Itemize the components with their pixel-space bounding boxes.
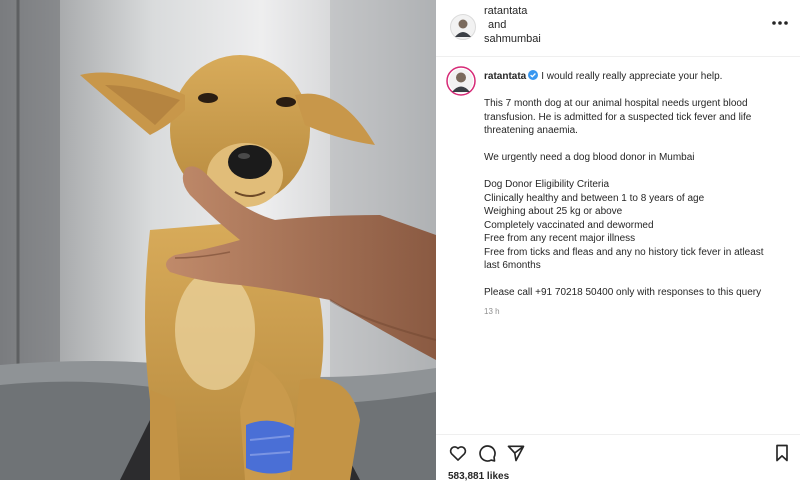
caption-username-link[interactable]: ratantata [484,71,526,82]
caption-paragraph-2: We urgently need a dog blood donor in Mu… [484,151,784,165]
instagram-post-view: ratantata and sahmumbai ratantata I would… [0,0,800,482]
post-details-panel: ratantata and sahmumbai ratantata I would… [436,0,800,482]
caption-criteria: Dog Donor Eligibility Criteria Clinicall… [484,178,784,273]
actions-divider [436,434,800,435]
header-username-link[interactable]: ratantata [484,4,541,18]
caption-call-text: Please call +91 70218 50400 only with re… [484,287,762,298]
header-conjunction: and [488,19,507,31]
post-actions-bar [436,440,800,468]
more-horizontal-icon[interactable] [770,16,790,30]
caption-call-line: Please call +91 70218 50400 only with re… [484,286,784,300]
dog-photo-illustration [0,0,436,480]
author-avatar[interactable] [450,14,476,40]
caption-intro-line: ratantata I would really really appreciat… [484,70,784,84]
heart-icon[interactable] [448,443,468,463]
criteria-item: Weighing about 25 kg or above [484,206,623,217]
post-timestamp[interactable]: 13 h [484,305,784,319]
header-collab-username-link[interactable]: sahmumbai [484,32,541,46]
caption-text-line: This 7 month dog at our animal hospital … [484,98,748,109]
criteria-item: Completely vaccinated and dewormed [484,219,654,231]
header-divider [436,56,800,57]
criteria-item: last 6months [484,260,541,271]
caption-text-line: We urgently need a dog blood donor in Mu… [484,152,695,163]
header-usernames: ratantata and sahmumbai [484,4,541,46]
caption-paragraph-1: This 7 month dog at our animal hospital … [484,97,784,138]
caption-text-line: threatening anaemia. [484,125,578,136]
post-header: ratantata and sahmumbai [436,0,800,50]
criteria-heading: Dog Donor Eligibility Criteria [484,179,610,190]
caption-text-line: transfusion. He is admitted for a suspec… [484,111,752,123]
post-photo[interactable] [0,0,436,480]
criteria-item: Free from any recent major illness [484,233,636,244]
share-icon[interactable] [506,443,526,463]
caption-author-avatar[interactable] [446,66,476,96]
criteria-item: Free from ticks and fleas and any no his… [484,246,764,258]
bookmark-icon[interactable] [772,443,792,463]
verified-badge-icon [528,70,539,80]
comment-icon[interactable] [477,443,497,463]
likes-count[interactable]: 583,881 likes [448,471,509,482]
caption-intro-text: I would really really appreciate your he… [541,71,723,82]
criteria-item: Clinically healthy and between 1 to 8 ye… [484,192,705,204]
post-caption: ratantata I would really really appreciat… [484,70,784,319]
